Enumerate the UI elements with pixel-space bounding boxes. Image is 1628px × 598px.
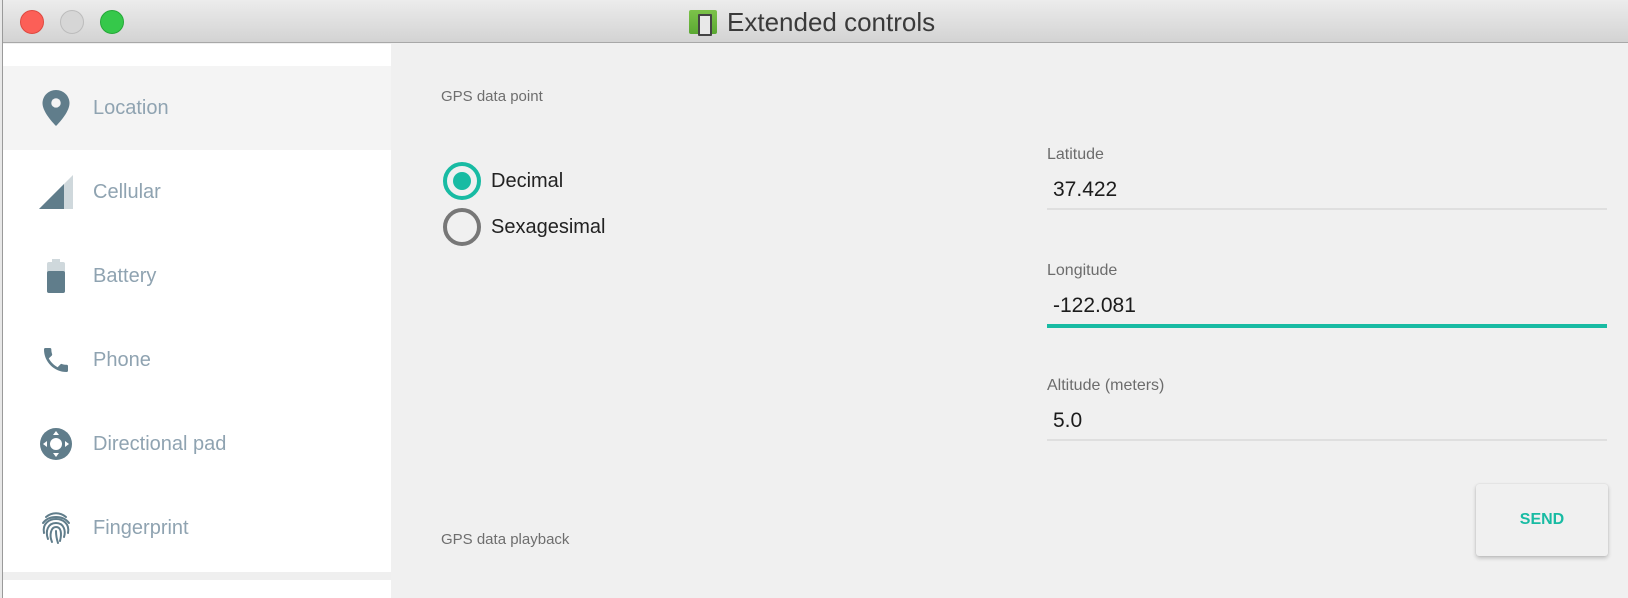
- title-bar[interactable]: Extended controls: [3, 0, 1628, 43]
- sidebar-item-label: Battery: [93, 264, 157, 287]
- radio-checked-icon[interactable]: [443, 162, 481, 200]
- cellular-signal-icon: [37, 173, 75, 211]
- sidebar-item-battery[interactable]: Battery: [3, 234, 391, 318]
- gps-data-playback-heading: GPS data playback: [441, 531, 570, 548]
- altitude-field: Altitude (meters): [1047, 377, 1607, 441]
- emulator-app-icon: [689, 10, 717, 36]
- extended-controls-window: Extended controls Location Cellular Batt…: [2, 0, 1628, 598]
- sidebar-item-directional-pad[interactable]: Directional pad: [3, 402, 391, 486]
- altitude-label: Altitude (meters): [1047, 377, 1165, 394]
- sidebar-item-cellular[interactable]: Cellular: [3, 150, 391, 234]
- sidebar-item-phone[interactable]: Phone: [3, 318, 391, 402]
- sidebar-item-label: Fingerprint: [93, 516, 189, 539]
- dpad-icon: [37, 425, 75, 463]
- sidebar-item-fingerprint[interactable]: Fingerprint: [3, 486, 391, 570]
- radio-unchecked-icon[interactable]: [443, 208, 481, 246]
- sidebar-item-label: Location: [93, 96, 169, 119]
- send-button[interactable]: SEND: [1476, 484, 1608, 556]
- longitude-input[interactable]: [1047, 294, 1607, 328]
- fingerprint-icon: [37, 509, 75, 547]
- sidebar-item-label: Cellular: [93, 180, 161, 203]
- sidebar-nav: Location Cellular Battery Phone Directio…: [3, 44, 391, 598]
- longitude-label: Longitude: [1047, 262, 1118, 279]
- longitude-field: Longitude: [1047, 262, 1607, 328]
- sidebar-item-location[interactable]: Location: [3, 66, 391, 150]
- altitude-input[interactable]: [1047, 409, 1607, 441]
- location-panel: GPS data point Decimal Sexagesimal Latit…: [391, 44, 1628, 598]
- radio-label: Decimal: [491, 169, 564, 192]
- battery-icon: [37, 257, 75, 295]
- phone-icon: [37, 341, 75, 379]
- latitude-input[interactable]: [1047, 178, 1607, 210]
- minimize-window-button[interactable]: [60, 10, 84, 34]
- latitude-field: Latitude: [1047, 146, 1607, 210]
- sidebar-item-label: Phone: [93, 348, 151, 371]
- sidebar-item-label: Directional pad: [93, 432, 227, 455]
- window-title-text: Extended controls: [727, 6, 936, 37]
- radio-label: Sexagesimal: [491, 215, 606, 238]
- sexagesimal-radio[interactable]: Sexagesimal: [443, 208, 606, 246]
- decimal-radio[interactable]: Decimal: [443, 162, 563, 200]
- latitude-label: Latitude: [1047, 146, 1104, 163]
- sidebar-divider: [3, 572, 391, 580]
- gps-data-point-heading: GPS data point: [441, 88, 543, 105]
- location-pin-icon: [37, 89, 75, 127]
- window-title: Extended controls: [689, 7, 935, 37]
- close-window-button[interactable]: [20, 10, 44, 34]
- zoom-window-button[interactable]: [100, 10, 124, 34]
